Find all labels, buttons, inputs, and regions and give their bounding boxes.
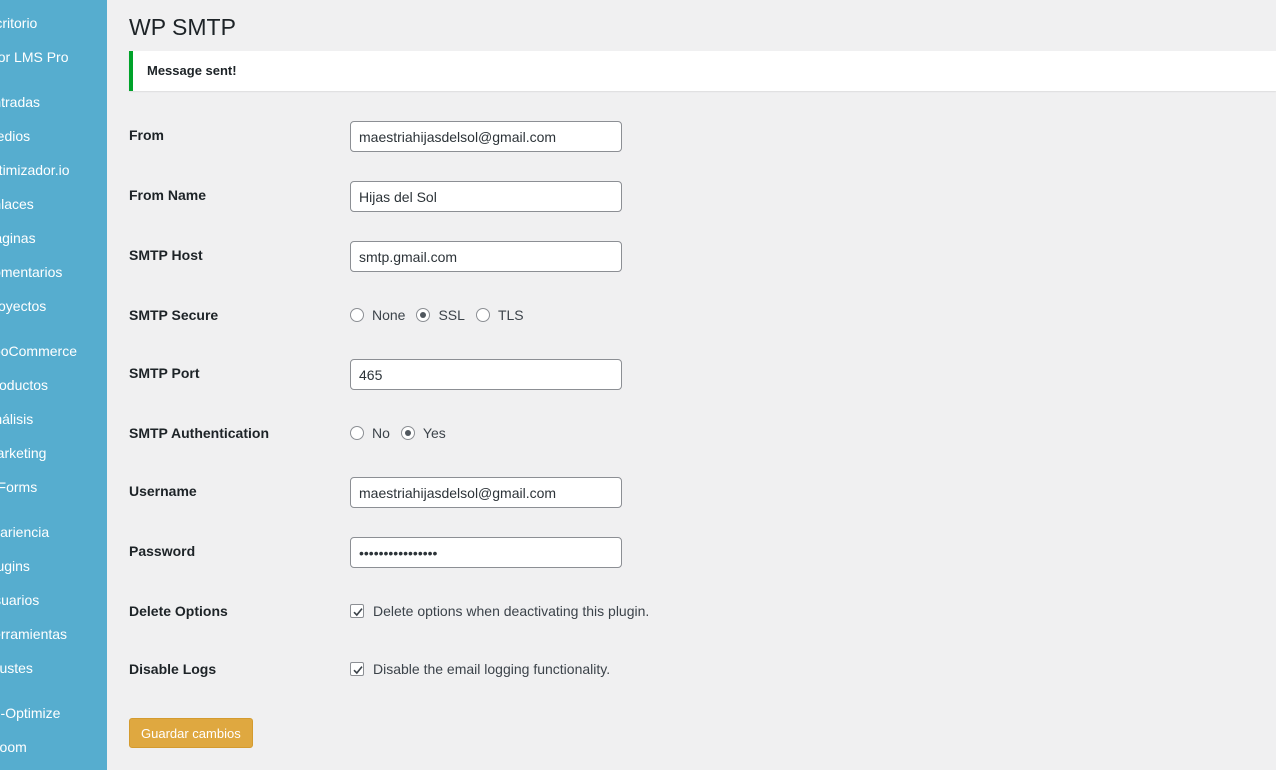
secure-none-radio[interactable] bbox=[350, 308, 364, 322]
secure-none-label: None bbox=[372, 307, 406, 323]
sidebar-item-tutor-lms-pro[interactable]: Tutor LMS Pro bbox=[0, 46, 69, 68]
admin-sidebar: Escritorio Tutor LMS Pro Entradas Medios… bbox=[0, 0, 107, 770]
disable-logs-row: Disable Logs Disable the email logging f… bbox=[129, 660, 829, 692]
sidebar-item-escritorio[interactable]: Escritorio bbox=[0, 12, 37, 34]
sidebar-item-ajustes[interactable]: Ajustes bbox=[0, 657, 33, 679]
sidebar-item-label: Medios bbox=[0, 128, 31, 144]
success-notice: Message sent! bbox=[129, 51, 1276, 91]
secure-ssl-label: SSL bbox=[438, 307, 465, 323]
sidebar-item-label: Comentarios bbox=[0, 264, 63, 280]
checkmark-icon bbox=[353, 608, 363, 617]
from-input[interactable] bbox=[350, 121, 622, 152]
secure-tls-radio[interactable] bbox=[475, 308, 490, 322]
sidebar-item-label: Apariencia bbox=[0, 524, 50, 540]
smtp-port-input[interactable] bbox=[350, 359, 622, 390]
checkmark-icon bbox=[353, 666, 363, 675]
username-row: Username bbox=[129, 477, 829, 509]
password-input[interactable] bbox=[350, 537, 622, 568]
from-name-label: From Name bbox=[129, 187, 207, 203]
delete-options-checkbox[interactable] bbox=[350, 604, 364, 618]
delete-options-row: Delete Options Delete options when deact… bbox=[129, 602, 829, 634]
sidebar-item-label: Ajustes bbox=[0, 660, 33, 676]
from-label: From bbox=[129, 127, 164, 143]
sidebar-item-medios[interactable]: Medios bbox=[0, 125, 30, 147]
sidebar-item-label: Escritorio bbox=[0, 15, 38, 31]
sidebar-item-enlaces[interactable]: Enlaces bbox=[0, 193, 34, 215]
sidebar-item-entradas[interactable]: Entradas bbox=[0, 91, 40, 113]
disable-logs-label: Disable Logs bbox=[129, 661, 217, 677]
sidebar-item-label: Zoom bbox=[0, 739, 27, 755]
sidebar-item-marketing[interactable]: Marketing bbox=[0, 442, 46, 464]
sidebar-item-label: Productos bbox=[0, 377, 49, 393]
sidebar-item-usuarios[interactable]: Usuarios bbox=[0, 589, 39, 611]
smtp-host-label: SMTP Host bbox=[129, 247, 203, 263]
sidebar-item-label: Análisis bbox=[0, 411, 34, 427]
smtp-port-label: SMTP Port bbox=[129, 365, 200, 381]
secure-ssl-radio[interactable] bbox=[416, 308, 431, 322]
sidebar-item-zoom[interactable]: Zoom bbox=[0, 736, 27, 758]
from-name-input[interactable] bbox=[350, 181, 622, 212]
smtp-auth-options: No Yes bbox=[350, 425, 457, 441]
smtp-host-row: SMTP Host bbox=[129, 241, 829, 273]
main-content: WP SMTP Message sent! From From Name SMT… bbox=[129, 0, 1276, 770]
from-name-row: From Name bbox=[129, 181, 829, 213]
sidebar-item-label: Páginas bbox=[0, 230, 36, 246]
sidebar-item-optimizador[interactable]: Optimizador.io bbox=[0, 159, 69, 181]
sidebar-item-label: WP-Optimize bbox=[0, 705, 61, 721]
auth-yes-radio[interactable] bbox=[400, 426, 415, 440]
sidebar-item-wpforms[interactable]: WPForms bbox=[0, 476, 37, 498]
sidebar-item-label: Proyectos bbox=[0, 298, 47, 314]
secure-tls-label: TLS bbox=[497, 307, 524, 323]
disable-logs-field: Disable the email logging functionality. bbox=[350, 661, 610, 677]
sidebar-item-label: Usuarios bbox=[0, 592, 40, 608]
sidebar-item-label: Herramientas bbox=[0, 626, 68, 642]
sidebar-item-apariencia[interactable]: Apariencia bbox=[0, 521, 49, 543]
sidebar-item-analisis[interactable]: Análisis bbox=[0, 408, 33, 430]
disable-logs-text: Disable the email logging functionality. bbox=[373, 661, 611, 677]
smtp-auth-label: SMTP Authentication bbox=[129, 425, 269, 441]
sidebar-item-label: Enlaces bbox=[0, 196, 34, 212]
sidebar-item-label: Tutor LMS Pro bbox=[0, 49, 69, 65]
username-label: Username bbox=[129, 483, 197, 499]
delete-options-field: Delete options when deactivating this pl… bbox=[350, 603, 649, 619]
delete-options-label: Delete Options bbox=[129, 603, 228, 619]
smtp-port-row: SMTP Port bbox=[129, 359, 829, 391]
notice-text: Message sent! bbox=[147, 63, 237, 78]
password-row: Password bbox=[129, 537, 829, 569]
sidebar-item-proyectos[interactable]: Proyectos bbox=[0, 295, 46, 317]
page-title: WP SMTP bbox=[129, 14, 236, 40]
sidebar-item-label: Optimizador.io bbox=[0, 162, 70, 178]
sidebar-item-wp-optimize[interactable]: WP-Optimize bbox=[0, 702, 60, 724]
sidebar-item-plugins[interactable]: Plugins bbox=[0, 555, 30, 577]
save-changes-button[interactable]: Guardar cambios bbox=[129, 718, 253, 748]
auth-no-label: No bbox=[372, 425, 390, 441]
smtp-secure-options: None SSL TLS bbox=[350, 307, 535, 323]
sidebar-item-comentarios[interactable]: Comentarios bbox=[0, 261, 62, 283]
smtp-host-input[interactable] bbox=[350, 241, 622, 272]
username-input[interactable] bbox=[350, 477, 622, 508]
sidebar-item-paginas[interactable]: Páginas bbox=[0, 227, 36, 249]
smtp-auth-row: SMTP Authentication No Yes bbox=[129, 424, 829, 456]
sidebar-item-label: WooCommerce bbox=[0, 343, 77, 359]
smtp-secure-row: SMTP Secure None SSL TLS bbox=[129, 306, 829, 338]
sidebar-item-label: Plugins bbox=[0, 558, 30, 574]
sidebar-item-productos[interactable]: Productos bbox=[0, 374, 48, 396]
sidebar-item-label: WPForms bbox=[0, 479, 38, 495]
sidebar-item-label: Marketing bbox=[0, 445, 47, 461]
auth-yes-label: Yes bbox=[422, 425, 446, 441]
sidebar-item-herramientas[interactable]: Herramientas bbox=[0, 623, 67, 645]
sidebar-item-label: Entradas bbox=[0, 94, 41, 110]
password-label: Password bbox=[129, 543, 196, 559]
sidebar-item-woocommerce[interactable]: WooCommerce bbox=[0, 340, 77, 362]
smtp-secure-label: SMTP Secure bbox=[129, 307, 219, 323]
from-row: From bbox=[129, 121, 829, 153]
auth-no-radio[interactable] bbox=[350, 426, 364, 440]
disable-logs-checkbox[interactable] bbox=[350, 662, 364, 676]
delete-options-text: Delete options when deactivating this pl… bbox=[373, 603, 650, 619]
